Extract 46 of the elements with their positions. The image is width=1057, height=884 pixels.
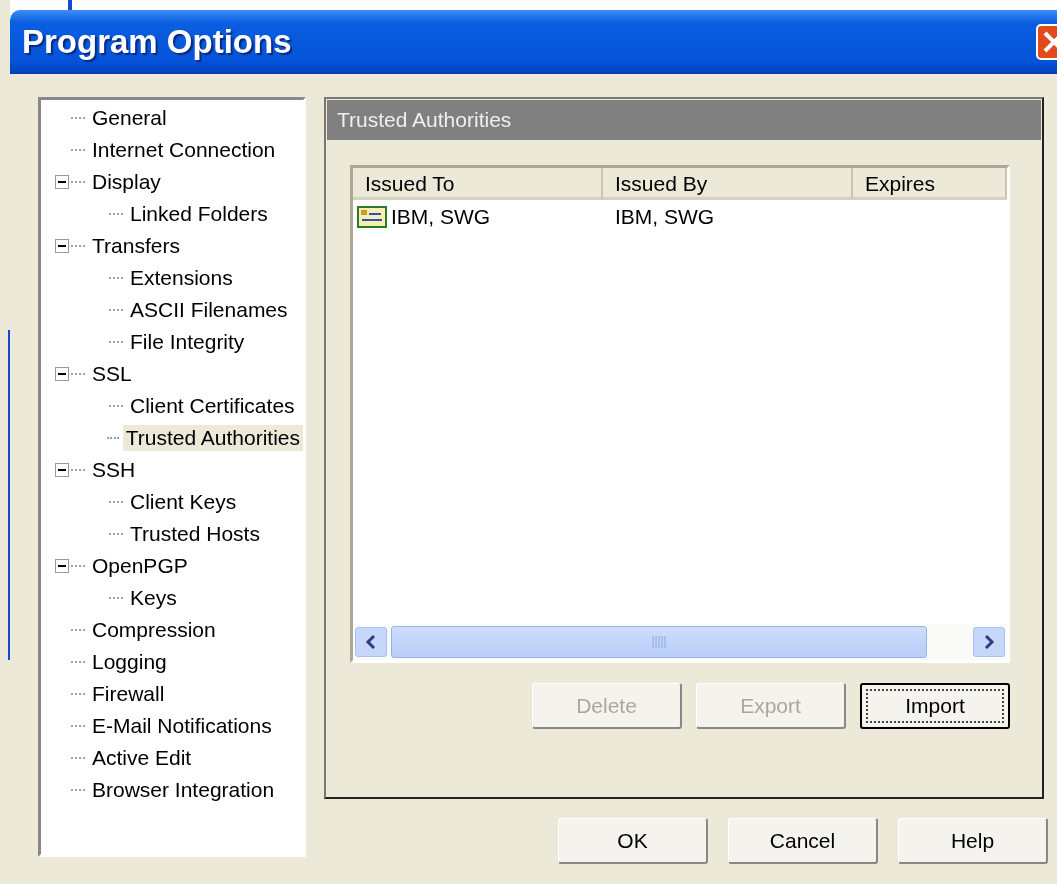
horizontal-scrollbar[interactable]	[353, 624, 1007, 660]
tree-item[interactable]: Display	[89, 169, 164, 195]
table-cell: IBM, SWG	[391, 205, 491, 229]
tree-item[interactable]: E-Mail Notifications	[89, 713, 275, 739]
tree-item[interactable]: Firewall	[89, 681, 168, 707]
tree-item[interactable]: Linked Folders	[127, 201, 271, 227]
panel-header: Trusted Authorities	[327, 100, 1041, 140]
tree-item[interactable]: Trusted Hosts	[127, 521, 263, 547]
tree-item[interactable]: OpenPGP	[89, 553, 191, 579]
tree-item[interactable]: Extensions	[127, 265, 236, 291]
chevron-left-icon	[365, 635, 377, 649]
tree-item[interactable]: Active Edit	[89, 745, 195, 771]
tree-item[interactable]: Client Keys	[127, 489, 240, 515]
column-header[interactable]: Expires	[853, 168, 1007, 200]
collapse-toggle[interactable]	[55, 239, 69, 253]
tree-item[interactable]: Transfers	[89, 233, 183, 259]
tree-item[interactable]: ASCII Filenames	[127, 297, 291, 323]
tree-item[interactable]: Logging	[89, 649, 170, 675]
tree-item[interactable]: File Integrity	[127, 329, 248, 355]
window-title: Program Options	[22, 23, 292, 61]
chevron-right-icon	[983, 635, 995, 649]
tree-item[interactable]: SSL	[89, 361, 135, 387]
certificate-icon	[357, 206, 387, 228]
scroll-left-button[interactable]	[355, 627, 387, 657]
action-button[interactable]: Import	[860, 683, 1010, 729]
collapse-toggle[interactable]	[55, 175, 69, 189]
scroll-right-button[interactable]	[973, 627, 1005, 657]
tree-item[interactable]: Compression	[89, 617, 219, 643]
collapse-toggle[interactable]	[55, 463, 69, 477]
column-header[interactable]: Issued By	[603, 168, 853, 200]
column-header[interactable]: Issued To	[353, 168, 603, 200]
grip-icon	[652, 636, 666, 648]
tree-item[interactable]: SSH	[89, 457, 139, 483]
dialog-button[interactable]: Help	[898, 818, 1048, 864]
tree-item[interactable]: Browser Integration	[89, 777, 278, 803]
tree-item[interactable]: Trusted Authorities	[122, 425, 303, 451]
tree-item[interactable]: Internet Connection	[89, 137, 279, 163]
collapse-toggle[interactable]	[55, 559, 69, 573]
scroll-thumb[interactable]	[391, 626, 927, 658]
dialog-button[interactable]: OK	[558, 818, 708, 864]
tree-item[interactable]: Client Certificates	[127, 393, 298, 419]
tree-item[interactable]: General	[89, 105, 170, 131]
dialog-button[interactable]: Cancel	[728, 818, 878, 864]
tree-item[interactable]: Keys	[127, 585, 180, 611]
table-cell: IBM, SWG	[615, 205, 715, 229]
collapse-toggle[interactable]	[55, 367, 69, 381]
